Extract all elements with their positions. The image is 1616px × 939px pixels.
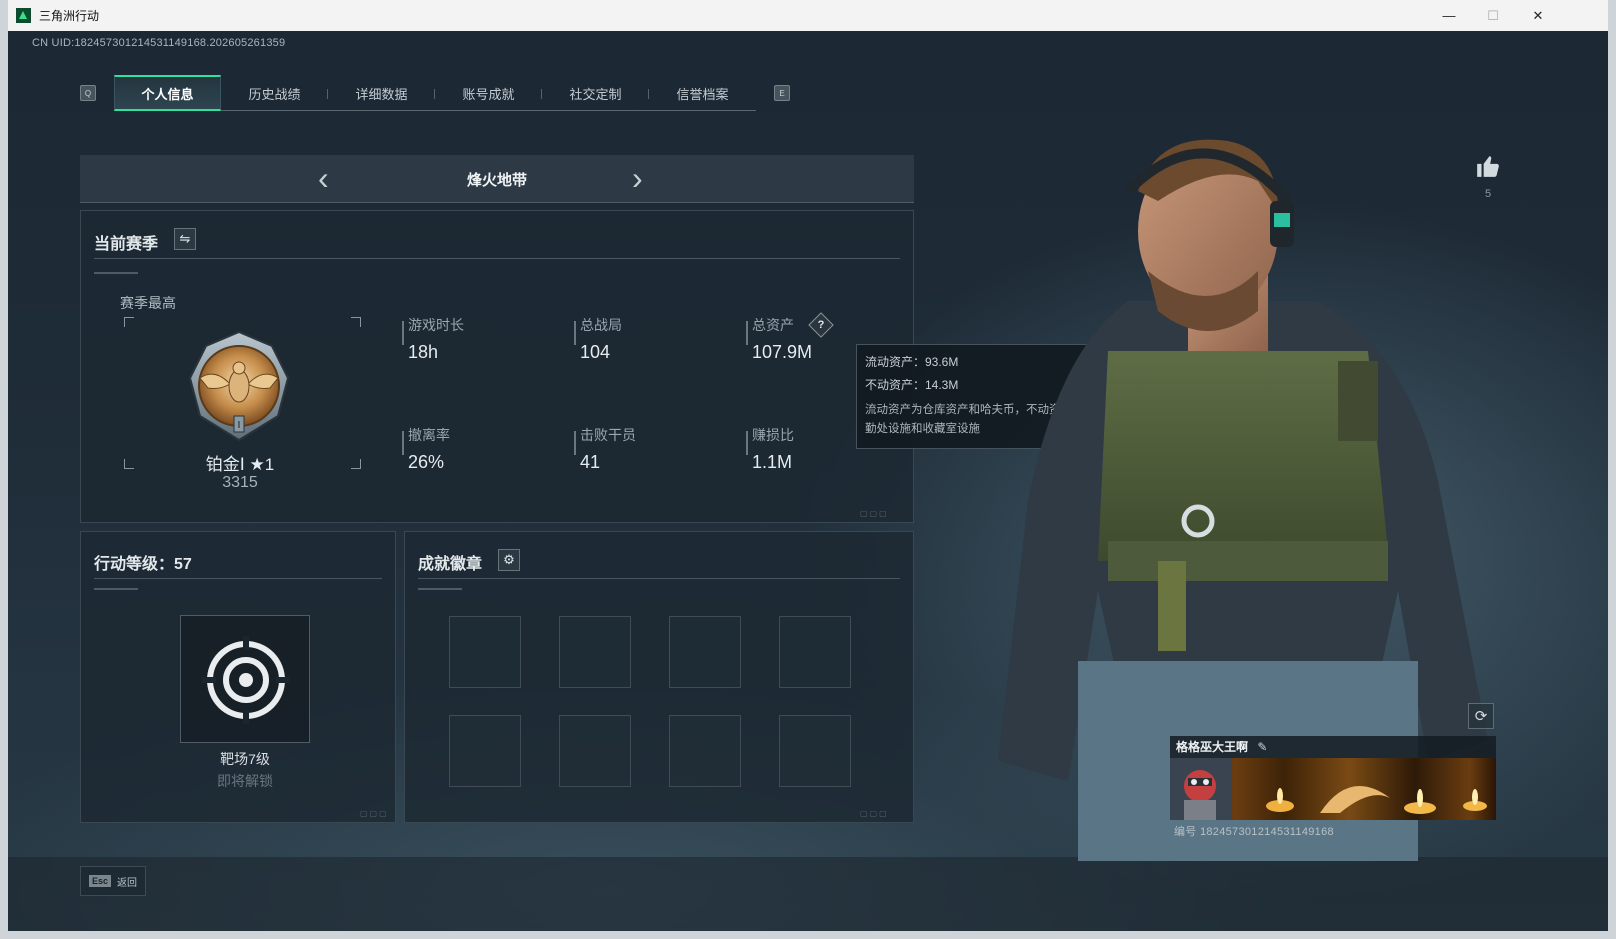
minimize-button[interactable]: — [1426,0,1472,31]
close-button[interactable]: ✕ [1515,0,1561,31]
stat-value-matches: 104 [580,342,611,362]
thumbs-up-icon [1477,156,1499,177]
svg-text:I: I [238,420,241,431]
level-heading: 行动等级：57 [94,556,192,573]
season-heading: 当前赛季 [94,236,159,253]
tab-social[interactable]: 社交定制 [542,75,649,111]
stat-accent [746,431,748,455]
level-reward-card[interactable] [180,615,310,743]
rank-name: 铂金Ⅰ ★1 [205,455,275,474]
divider [94,578,382,579]
frame-corner [124,459,134,469]
level-reward-name: 靶场7级 [220,751,270,767]
badge-slot[interactable] [669,616,741,688]
tab-next-key[interactable]: E [774,85,790,101]
platinum-rank-medal-icon: I [188,330,290,442]
back-button[interactable]: Esc 返回 [80,866,146,896]
badge-slot[interactable] [669,715,741,787]
stat-label-matches: 总战局 [580,317,622,333]
divider [418,578,900,579]
esc-key: Esc [89,875,112,887]
like-button[interactable]: 5 [1468,153,1508,200]
tab-prev-key[interactable]: Q [80,85,96,101]
divider [94,258,900,259]
player-name-card[interactable]: 格格巫大王啊 ✎ [1170,736,1496,758]
stat-value-extract-rate: 26% [408,452,445,472]
stat-label-total-assets: 总资产 [752,317,794,333]
name-card-banner [1170,758,1496,820]
level-reward-status: 即将解锁 [217,773,273,789]
mode-next-button[interactable]: › [632,162,643,194]
season-best-label: 赛季最高 [120,295,176,311]
badge-slot[interactable] [559,616,631,688]
refresh-icon: ⟳ [1474,708,1488,725]
tab-history[interactable]: 历史战绩 [221,75,328,111]
game-screen: CN UID:1824573012145311491​68.2026052613… [8,31,1608,931]
edit-name-icon[interactable]: ✎ [1257,740,1267,754]
stat-label-kills: 击败干员 [580,427,636,443]
tab-achievements[interactable]: 账号成就 [435,75,542,111]
like-count: 5 [1484,188,1492,200]
stat-accent [746,321,748,345]
panel-dots: ▢▢▢ [860,509,889,518]
tab-personal-info[interactable]: 个人信息 [114,75,221,111]
title-bar: 三角洲行动 — ☐ ✕ [8,0,1608,31]
stat-value-total-assets: 107.9M [752,342,813,362]
stat-accent [574,321,576,345]
player-id: 编号 1824573012145311491​68 [1174,826,1334,838]
badge-slot[interactable] [559,715,631,787]
bottom-bar [8,857,1608,931]
stat-label-playtime: 游戏时长 [408,317,464,333]
divider-dash [94,272,138,274]
window-title: 三角洲行动 [39,9,100,23]
frame-corner [124,317,134,327]
frame-corner [351,317,361,327]
target-range-icon [202,636,290,724]
divider-dash [418,588,462,590]
mode-selector: ‹ 烽火地带 › [80,155,914,203]
divider-dash [94,588,138,590]
rank-score: 3315 [222,474,258,491]
tab-reputation[interactable]: 信誉档案 [649,75,756,111]
banner-art-icon [1170,758,1487,820]
season-swap-button[interactable]: ⇋ [174,228,196,250]
stat-value-kills: 41 [580,452,601,472]
badges-heading: 成就徽章 [418,556,483,573]
back-label: 返回 [117,877,138,889]
stat-value-playtime: 18h [408,342,439,362]
stat-label-extract-rate: 撤离率 [408,427,450,443]
badges-settings-button[interactable]: ⚙ [498,549,520,571]
player-name: 格格巫大王啊 [1176,740,1249,754]
stat-accent [574,431,576,455]
stat-label-profit-ratio: 赚损比 [752,427,794,443]
tab-bar: Q 个人信息 历史战绩 详细数据 账号成就 社交定制 信誉档案 E [80,75,790,111]
stat-accent [402,321,404,345]
maximize-button[interactable]: ☐ [1470,0,1516,31]
refresh-button[interactable]: ⟳ [1468,703,1494,729]
frame-corner [351,459,361,469]
badge-slot[interactable] [449,616,521,688]
badge-slot[interactable] [449,715,521,787]
mode-title: 烽火地带 [466,172,527,189]
game-window: 三角洲行动 — ☐ ✕ CN UID:1824573012145311491​6… [8,0,1608,931]
panel-dots: ▢▢▢ [360,809,389,818]
tab-detailed-data[interactable]: 详细数据 [328,75,435,111]
uid-text: CN UID:1824573012145311491​68.2026052613… [32,37,286,49]
stat-value-profit-ratio: 1.1M [752,452,793,472]
badge-slot[interactable] [779,616,851,688]
app-logo-icon [16,8,31,23]
stat-accent [402,431,404,455]
badge-slot[interactable] [779,715,851,787]
panel-dots: ▢▢▢ [860,809,889,818]
